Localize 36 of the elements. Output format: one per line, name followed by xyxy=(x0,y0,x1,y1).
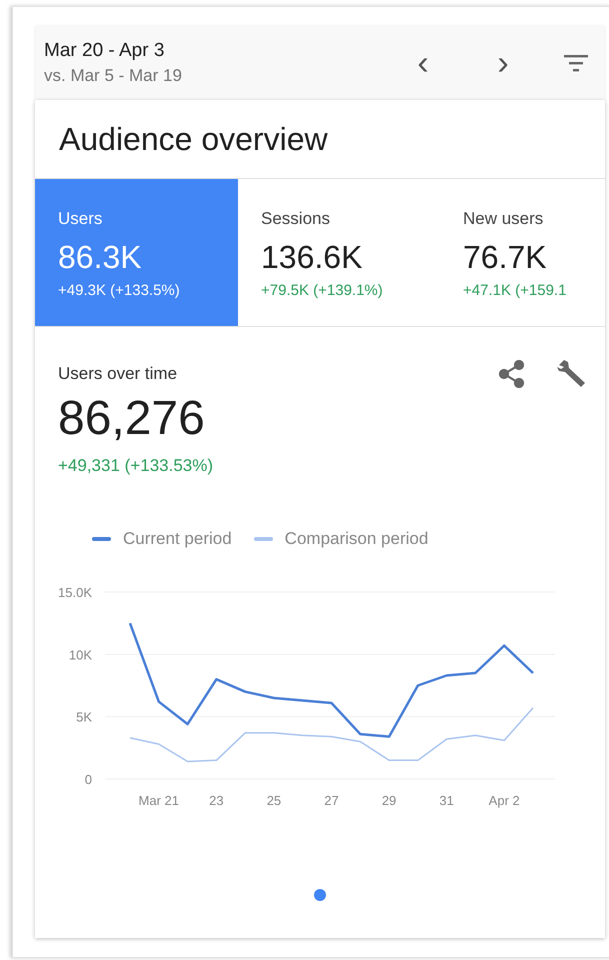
metric-value: 136.6K xyxy=(261,239,364,276)
comparison-range: vs. Mar 5 - Mar 19 xyxy=(44,66,183,86)
metric-tab[interactable]: New users 76.7K +47.1K (+159.1 xyxy=(440,179,605,326)
metric-change: +47.1K (+159.1 xyxy=(463,282,568,299)
x-axis-label: 29 xyxy=(382,793,396,808)
y-axis-label: 5K xyxy=(76,710,92,725)
metric-label: New users xyxy=(463,209,544,229)
metric-label: Sessions xyxy=(261,209,331,229)
wrench-icon[interactable] xyxy=(555,359,587,389)
total-change: +49,331 (+133.53%) xyxy=(57,456,214,476)
x-axis-label: Apr 2 xyxy=(488,793,520,808)
metric-change: +49.3K (+133.5%) xyxy=(58,282,181,299)
x-axis-label: Mar 21 xyxy=(138,793,180,808)
metric-change: +79.5K (+139.1%) xyxy=(261,282,384,299)
x-axis-label: 27 xyxy=(324,793,339,808)
x-axis-label: 31 xyxy=(439,793,454,808)
filter-icon[interactable] xyxy=(563,52,589,72)
metric-label: Users xyxy=(58,209,104,229)
metric-tab[interactable]: Sessions 136.6K +79.5K (+139.1%) xyxy=(238,179,440,326)
metric-tab[interactable]: Users 86.3K +49.3K (+133.5%) xyxy=(35,179,238,326)
page-dot[interactable] xyxy=(314,889,326,901)
y-axis-label: 15.0K xyxy=(58,585,92,600)
next-button[interactable]: › xyxy=(483,46,523,80)
chart-title: Users over time xyxy=(58,364,178,384)
legend-label: Current period xyxy=(123,529,232,549)
legend-label: Comparison period xyxy=(284,529,428,549)
metric-value: 86.3K xyxy=(58,239,143,276)
metric-value: 76.7K xyxy=(463,239,548,276)
y-axis-label: 10K xyxy=(68,647,92,662)
y-axis-label: 0 xyxy=(84,772,92,787)
x-axis-label: 23 xyxy=(209,793,224,808)
total-value: 86,276 xyxy=(57,391,206,446)
previous-button[interactable]: ‹ xyxy=(403,46,443,80)
share-icon[interactable] xyxy=(499,360,525,388)
x-axis-label: 25 xyxy=(266,793,282,808)
date-range: Mar 20 - Apr 3 xyxy=(44,40,166,62)
